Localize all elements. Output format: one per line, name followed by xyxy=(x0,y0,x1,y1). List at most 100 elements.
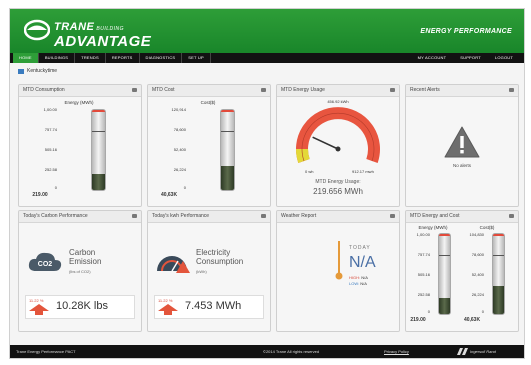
gauge-top-label: 456.92 kWh xyxy=(327,99,349,104)
card-kwh-performance: Today's kwh Performance Electricity Cons… xyxy=(147,210,271,332)
card-mtd-energy-cost: MTD Energy and Cost Energy (MWh) 1,00.00… xyxy=(405,210,519,332)
scale-label: 0 xyxy=(481,309,484,314)
meter-value: 219.00 xyxy=(32,192,48,198)
electricity-meter-icon xyxy=(157,256,190,273)
card-carbon-performance: Today's Carbon Performance CO2 Carbon Em… xyxy=(18,210,142,332)
nav-home[interactable]: HOME xyxy=(13,53,39,63)
meter-title: Energy (MWh) xyxy=(418,225,448,230)
card-title: Weather Report xyxy=(281,213,317,219)
footer-brand: Ingersoll Rand xyxy=(470,349,496,354)
footer-left: Trane Energy Performance PACT xyxy=(16,349,76,354)
card-menu-icon[interactable] xyxy=(132,88,137,92)
nav-setup[interactable]: SET UP xyxy=(182,53,211,63)
nav-diagnostics[interactable]: DIAGNOSTICS xyxy=(140,53,183,63)
card-title: Recent Alerts xyxy=(410,87,440,93)
meter-title: Cost($) xyxy=(479,225,495,230)
card-weather-report: Weather Report TODAY N/A HIGH: N/A LOW: … xyxy=(276,210,400,332)
cost-meter xyxy=(492,233,505,315)
card-menu-icon[interactable] xyxy=(509,88,514,92)
card-mtd-cost: MTD Cost Cost($) 120,914 78,600 52,400 2… xyxy=(147,84,271,207)
weather-current: N/A xyxy=(349,254,376,271)
kwh-label-line2: Consumption xyxy=(196,256,244,266)
weather-high: HIGH: N/A xyxy=(349,275,368,280)
building-icon xyxy=(18,68,24,74)
meter-value: 40,63K xyxy=(160,192,178,198)
privacy-policy-link[interactable]: Privacy Policy xyxy=(384,345,409,358)
logo-sub: BUILDING xyxy=(96,26,125,32)
carbon-pct: 11.22 % xyxy=(29,298,44,303)
card-menu-icon[interactable] xyxy=(132,214,137,218)
kwh-value: 7.453 MWh xyxy=(185,300,242,312)
scale-label: 78,600 xyxy=(173,127,186,132)
meter-value: 219.00 xyxy=(410,317,426,323)
gauge-min-label: 0 wh xyxy=(305,169,314,174)
kwh-title: Electricity Consumption xyxy=(196,248,244,267)
kwh-label-line1: Electricity xyxy=(196,248,231,257)
warning-icon xyxy=(444,126,480,158)
scale-label: 757.74 xyxy=(417,252,430,257)
scale-label: 1,00.00 xyxy=(43,107,57,112)
kwh-pct: 11.22 % xyxy=(158,298,173,303)
card-title: Today's kwh Performance xyxy=(152,213,210,219)
nav-reports[interactable]: REPORTS xyxy=(106,53,140,63)
scale-label: 505.16 xyxy=(44,147,57,152)
cloud-icon: CO2 xyxy=(28,252,62,271)
scale-label: 26,224 xyxy=(471,292,484,297)
card-menu-icon[interactable] xyxy=(390,214,395,218)
scale-label: 104,830 xyxy=(469,232,484,237)
card-title: MTD Energy Usage xyxy=(281,87,325,93)
scale-label: 52,400 xyxy=(471,272,484,277)
app-frame: TRANE BUILDING ADVANTAGE ENERGY PERFORMAN… xyxy=(9,8,525,359)
card-menu-icon[interactable] xyxy=(390,88,395,92)
thermometer-icon xyxy=(335,241,343,280)
nav-logout[interactable]: LOGOUT xyxy=(488,53,520,63)
energy-meter xyxy=(91,109,106,191)
carbon-title: Carbon Emission xyxy=(69,248,102,267)
weather-today: TODAY xyxy=(349,245,371,251)
main-nav: HOME BUILDINGS TRENDS REPORTS DIAGNOSTIC… xyxy=(10,53,524,63)
card-title: MTD Energy and Cost xyxy=(410,213,460,219)
meter-value: 40,63K xyxy=(463,317,481,323)
nav-trends[interactable]: TRENDS xyxy=(75,53,106,63)
carbon-value-bar: 11.22 % 10.28K lbs xyxy=(25,295,135,319)
nav-buildings[interactable]: BUILDINGS xyxy=(39,53,76,63)
high-value: N/A xyxy=(361,275,368,280)
co2-label: CO2 xyxy=(38,261,53,268)
scale-label: 78,600 xyxy=(471,252,484,257)
scale-label: 120,914 xyxy=(171,107,186,112)
logo-brand: TRANE xyxy=(54,21,95,33)
footer-copyright: ©2014 Trane All rights reserved xyxy=(263,349,320,354)
card-menu-icon[interactable] xyxy=(509,214,514,218)
arrow-up-icon xyxy=(29,304,49,315)
header-title: ENERGY PERFORMANCE xyxy=(420,28,512,35)
card-menu-icon[interactable] xyxy=(261,88,266,92)
energy-gauge xyxy=(296,107,380,163)
scale-label: 0 xyxy=(54,185,57,190)
high-label: HIGH: xyxy=(349,275,361,280)
card-title: MTD Cost xyxy=(152,87,175,93)
gauge-value: 219.656 MWh xyxy=(313,187,363,196)
card-mtd-energy-usage: MTD Energy Usage 456.92 kWh 0 wh 912.17 … xyxy=(276,84,400,207)
card-mtd-consumption: MTD Consumption Energy (MWh) 1,00.00 757… xyxy=(18,84,142,207)
scale-label: 52,400 xyxy=(173,147,186,152)
arrow-up-icon xyxy=(158,304,178,315)
ingersoll-rand-logo-icon xyxy=(457,348,468,355)
nav-support[interactable]: SUPPORT xyxy=(453,53,488,63)
footer: Trane Energy Performance PACT ©2014 Tran… xyxy=(10,345,524,358)
gauge-max-label: 912.17 mwh xyxy=(352,169,374,174)
gauge-caption: MTD Energy Usage: xyxy=(315,179,361,185)
logo-text: TRANE BUILDING ADVANTAGE xyxy=(54,18,151,50)
energy-meter xyxy=(438,233,451,315)
meter-title: Cost($) xyxy=(200,100,216,105)
card-title: Today's Carbon Performance xyxy=(23,213,88,219)
meter-title: Energy (MWh) xyxy=(64,100,94,105)
trane-logo-icon xyxy=(24,19,50,41)
kwh-value-bar: 11.22 % 7.453 MWh xyxy=(154,295,264,319)
cost-meter xyxy=(220,109,235,191)
low-value: N/A xyxy=(360,281,367,286)
card-menu-icon[interactable] xyxy=(261,214,266,218)
breadcrumb-site[interactable]: Kentuckytime xyxy=(27,68,57,74)
scale-label: 26,224 xyxy=(173,167,186,172)
nav-my-account[interactable]: MY ACCOUNT xyxy=(411,53,454,63)
carbon-label-line2: Emission xyxy=(69,256,102,266)
